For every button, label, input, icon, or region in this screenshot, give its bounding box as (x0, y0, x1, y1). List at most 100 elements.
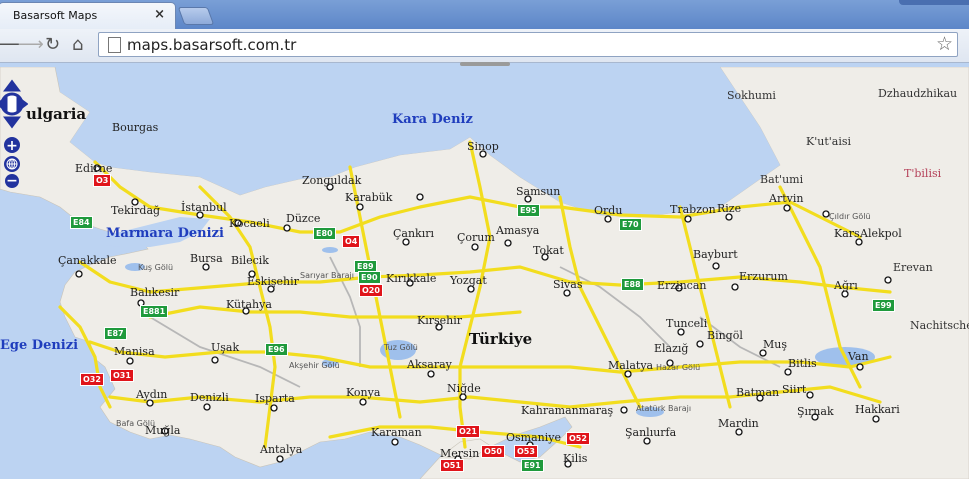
city-label: Samsun (516, 185, 561, 198)
city-label: Kilis (563, 452, 588, 465)
city-label: Elazığ (654, 342, 689, 355)
new-tab-button[interactable] (177, 7, 215, 25)
city-label: Bitlis (788, 357, 817, 370)
window-controls[interactable] (899, 0, 969, 5)
tab-strip: Basarsoft Maps × (0, 0, 969, 29)
city-label: Çorum (457, 231, 495, 244)
browser-tab[interactable]: Basarsoft Maps × (0, 2, 176, 29)
city-label: Bourgas (112, 121, 159, 134)
road-shield-e: E91 (521, 459, 544, 472)
city-label: Ordu (594, 204, 623, 217)
city-label: Karaman (371, 426, 422, 439)
road-shield-e: E84 (70, 216, 93, 229)
road-shield-e: E80 (313, 227, 336, 240)
city-label: Eskişehir (247, 275, 299, 288)
city-label: Bayburt (693, 248, 738, 261)
zoom-out-label: − (6, 173, 18, 188)
city-label: Tokat (533, 244, 564, 257)
city-label: Kırşehir (417, 314, 463, 327)
water-label: Akşehir Gölü (289, 361, 340, 370)
road-shield-o: O51 (440, 459, 464, 472)
city-label: Kırıkkale (386, 272, 437, 285)
city-label: Tekirdağ (111, 204, 161, 217)
page-icon (108, 37, 121, 53)
address-bar[interactable]: maps.basarsoft.com.tr ☆ (98, 32, 958, 57)
city-label: Aksaray (407, 358, 452, 371)
city-label: Uşak (211, 341, 240, 354)
city-label: Van (848, 350, 869, 363)
url-text[interactable]: maps.basarsoft.com.tr (127, 36, 296, 54)
city-label: Bilecik (231, 254, 269, 267)
water-label: Çıldır Gölü (829, 212, 871, 221)
back-arrow-icon[interactable]: ⟵ (0, 34, 20, 55)
city-label: Rize (717, 202, 742, 215)
road-shield-e: E70 (619, 218, 642, 231)
tab-title: Basarsoft Maps (13, 9, 98, 22)
map-canvas[interactable]: Kara Deniz Marmara Denizi Ege Denizi Tür… (0, 67, 969, 479)
city-label: Kahramanmaraş (521, 404, 614, 417)
sea-label: Marmara Denizi (106, 226, 224, 241)
road-shield-o: O3 (93, 174, 112, 187)
city-label: Erzincan (657, 279, 707, 292)
foreign-city-label: T'bilisi (904, 167, 942, 180)
city-label: Amasya (496, 224, 540, 237)
road-shield-o: O53 (514, 445, 538, 458)
resize-handle[interactable] (460, 62, 510, 66)
city-label: Bursa (190, 252, 223, 265)
foreign-city-label: Erevan (893, 261, 933, 274)
country-label: Türkiye (469, 330, 533, 348)
city-label: Kars (834, 227, 860, 240)
city-label: Denizli (190, 391, 229, 404)
city-label: İstanbul (181, 201, 227, 214)
road-shield-o: O20 (359, 284, 383, 297)
road-shield-e: E95 (517, 204, 540, 217)
home-icon[interactable]: ⌂ (72, 34, 83, 55)
browser-toolbar: ⟵ ⟶ ↻ ⌂ maps.basarsoft.com.tr ☆ (0, 29, 969, 63)
road-shield-e: E88 (621, 278, 644, 291)
road-shield-o: O50 (481, 445, 505, 458)
city-label: Sinop (467, 140, 499, 153)
road-shield-e: E87 (104, 327, 127, 340)
reload-icon[interactable]: ↻ (45, 34, 60, 55)
road-shield-e: E99 (872, 299, 895, 312)
city-label: Zonguldak (302, 174, 362, 187)
globe-lines (6, 158, 18, 170)
sea-label: Ege Denizi (0, 338, 79, 353)
city-label: Balıkesir (130, 286, 180, 299)
city-label: Konya (346, 386, 381, 399)
water-label: Bafa Gölü (116, 419, 156, 428)
city-label: Düzce (286, 212, 321, 225)
city-label: Şanlıurfa (625, 426, 677, 439)
city-label: Kocaeli (229, 217, 270, 230)
city-label: Hakkari (855, 403, 900, 416)
road-shield-o: O31 (110, 369, 134, 382)
close-icon[interactable]: × (154, 7, 165, 22)
road-shield-o: O32 (80, 373, 104, 386)
country-label: ulgaria (26, 105, 87, 123)
city-label: Kütahya (226, 298, 272, 311)
water-label: Tuz Gölü (384, 343, 418, 352)
foreign-city-label: Bat'umi (760, 173, 804, 186)
city-label: Mardin (718, 417, 759, 430)
city-label: Ağrı (834, 279, 858, 292)
city-label: Artvin (769, 192, 804, 205)
city-label: Sivas (553, 278, 583, 291)
city-label: Alekpol (860, 227, 902, 240)
city-label: Malatya (608, 359, 654, 372)
star-icon[interactable]: ☆ (936, 33, 953, 55)
city-label: Batman (736, 386, 780, 399)
road-shield-e: E881 (140, 305, 169, 318)
sea-label: Kara Deniz (392, 112, 473, 127)
city-label: Bingöl (707, 329, 743, 342)
map-nav-control: + − (0, 78, 29, 189)
water-label: Atatürk Barajı (636, 404, 692, 413)
foreign-city-label: Sokhumi (727, 89, 776, 102)
zoom-in-label: + (6, 138, 18, 154)
city-label: Karabük (345, 191, 393, 204)
forward-arrow-icon[interactable]: ⟶ (18, 34, 44, 55)
city-label: Niğde (447, 382, 481, 395)
pan-arrows-icon[interactable] (0, 79, 29, 129)
city-label: Manisa (114, 345, 155, 358)
water-label: Kuş Gölü (138, 263, 174, 272)
city-label: Osmaniye (506, 431, 561, 444)
